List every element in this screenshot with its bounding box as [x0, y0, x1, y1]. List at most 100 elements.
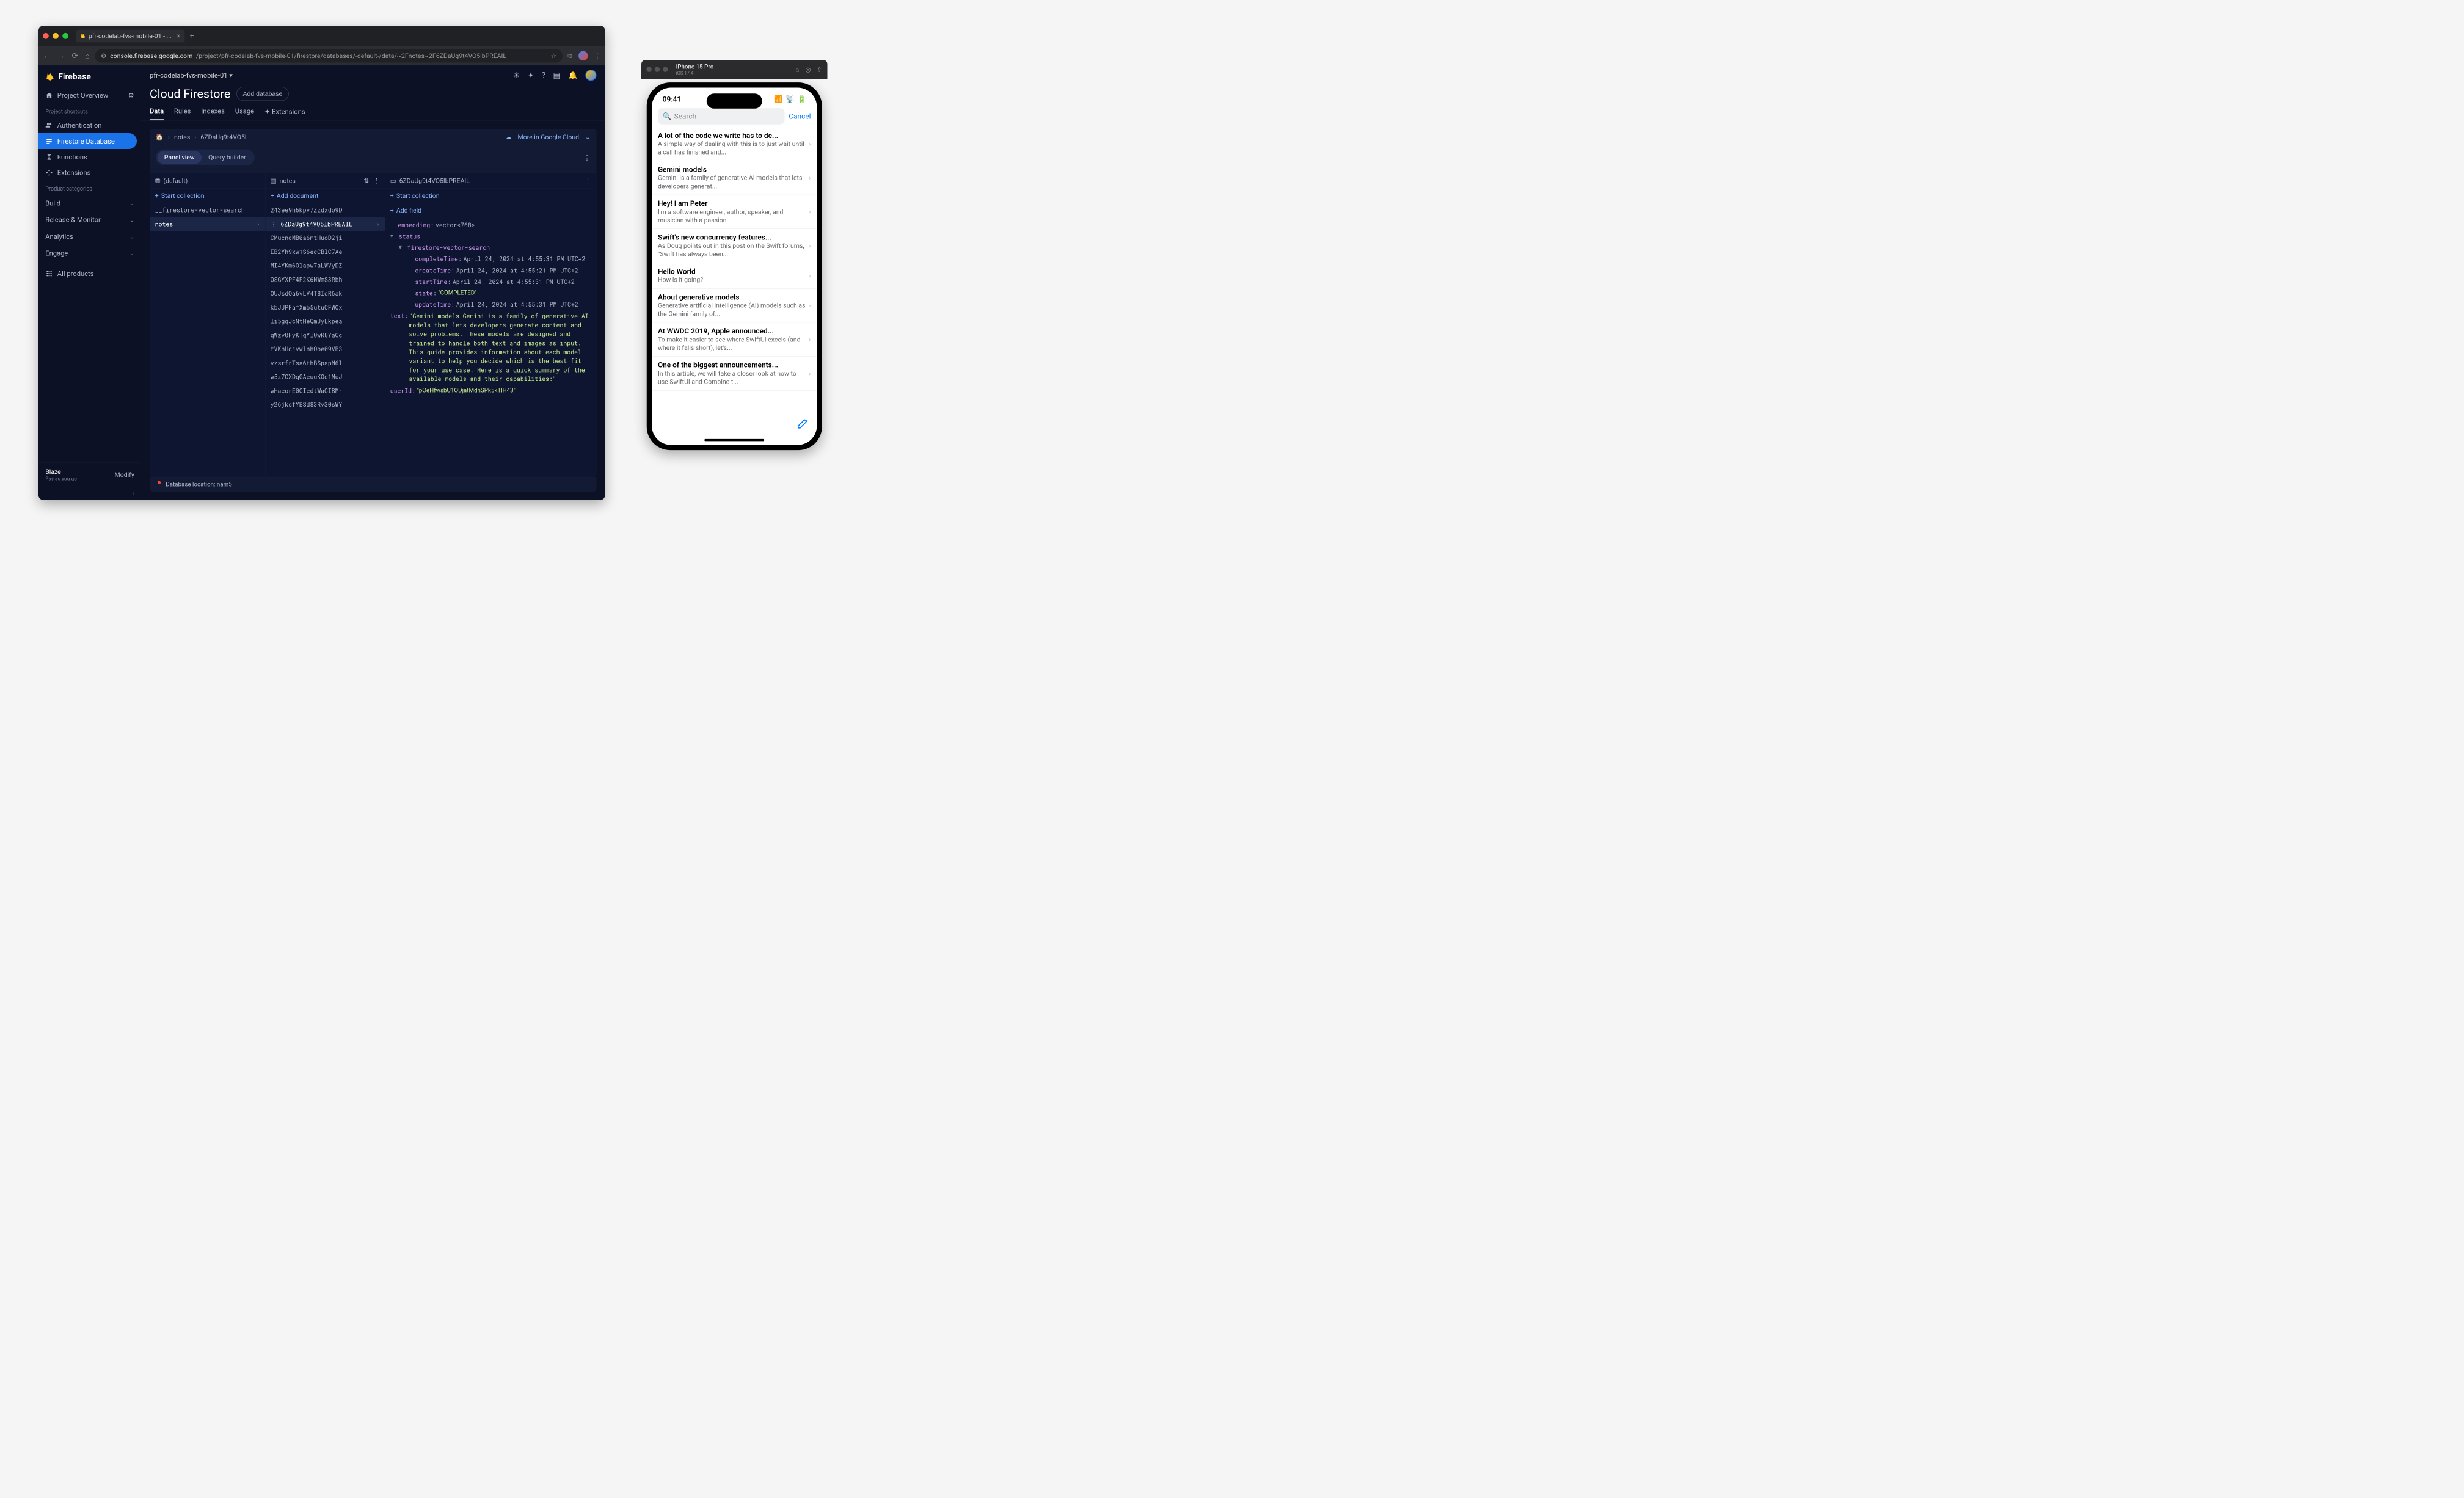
document-header: ▭ 6ZDaUg9t4VO5lbPREAIL ⋮	[385, 173, 596, 189]
document-item[interactable]: OSGYXPF4F2K6NWmS3Rbh	[265, 272, 385, 286]
cancel-button[interactable]: Cancel	[789, 112, 811, 120]
firebase-logo[interactable]: Firebase	[38, 65, 141, 87]
document-item[interactable]: ⋮6ZDaUg9t4VO5lbPREAIL›	[265, 217, 385, 231]
document-item[interactable]: OUJsdQa6vLV4T8IqR6ak	[265, 286, 385, 300]
project-selector[interactable]: pfr-codelab-fvs-mobile-01 ▾	[150, 71, 233, 79]
collection-item[interactable]: __firestore-vector-search	[150, 203, 265, 217]
more-options-icon[interactable]: ⋮	[584, 153, 591, 161]
collapse-sidebar-button[interactable]: ‹	[38, 487, 141, 500]
note-item[interactable]: Swift's new concurrency features...As Do…	[652, 229, 817, 263]
sim-screenshot-icon[interactable]: ◎	[805, 66, 811, 73]
site-settings-icon[interactable]: ⚙	[101, 52, 106, 59]
document-item[interactable]: wHaeorE0CIedtWaCIBMr	[265, 384, 385, 398]
panel-view-button[interactable]: Panel view	[158, 151, 202, 164]
minimize-window-button[interactable]	[53, 33, 59, 39]
firestore-tabs: Data Rules Indexes Usage ✦Extensions	[141, 101, 605, 120]
sim-minimize-button[interactable]	[655, 67, 660, 72]
sidebar-item-firestore[interactable]: Firestore Database	[38, 133, 137, 149]
close-tab-icon[interactable]: ✕	[176, 32, 181, 40]
add-field-button[interactable]: +Add field	[385, 203, 596, 217]
sim-maximize-button[interactable]	[663, 67, 668, 72]
sim-home-icon[interactable]: ⌂	[795, 66, 799, 73]
grid-icon	[45, 270, 53, 278]
home-button[interactable]: ⌂	[85, 51, 90, 60]
more-icon[interactable]: ⋮	[585, 177, 591, 184]
browser-tab[interactable]: pfr-codelab-fvs-mobile-01 - ... ✕	[76, 29, 185, 42]
compose-button[interactable]	[796, 418, 808, 432]
tab-usage[interactable]: Usage	[235, 107, 254, 120]
tab-extensions[interactable]: ✦Extensions	[264, 107, 305, 120]
sim-share-icon[interactable]: ⇪	[817, 66, 822, 73]
document-item[interactable]: EB2Yh9xw1S6ecCBlC7Ae	[265, 245, 385, 259]
sidebar-item-functions[interactable]: Functions	[38, 149, 141, 165]
sidebar-item-authentication[interactable]: Authentication	[38, 117, 141, 133]
project-overview-link[interactable]: Project Overview ⚙	[38, 87, 141, 103]
document-item[interactable]: qWzv0FyKTqYl0wR8YaCc	[265, 328, 385, 342]
notifications-icon[interactable]: 🔔	[568, 71, 578, 80]
document-item[interactable]: kbJJPFafXmb5utuCFWOx	[265, 300, 385, 315]
tab-data[interactable]: Data	[150, 107, 164, 120]
more-in-cloud-link[interactable]: More in Google Cloud	[518, 133, 580, 140]
simulator-titlebar: iPhone 15 Pro iOS 17.4 ⌂ ◎ ⇪	[641, 60, 828, 79]
add-document-button[interactable]: +Add document	[265, 189, 385, 203]
user-avatar[interactable]	[585, 70, 596, 81]
new-tab-button[interactable]: +	[190, 31, 194, 40]
tab-rules[interactable]: Rules	[174, 107, 191, 120]
modify-plan-button[interactable]: Modify	[115, 471, 134, 478]
bookmark-icon[interactable]: ☆	[551, 52, 556, 59]
settings-gear-icon[interactable]: ⚙	[128, 91, 134, 99]
note-item[interactable]: Hey! I am PeterI'm a software engineer, …	[652, 195, 817, 229]
query-builder-button[interactable]: Query builder	[202, 151, 253, 164]
more-icon[interactable]: ⋮	[373, 177, 380, 184]
sidebar-cat-release[interactable]: Release & Monitor⌄	[38, 211, 141, 228]
note-item[interactable]: Gemini modelsGemini is a family of gener…	[652, 161, 817, 195]
collapse-toggle-icon[interactable]: ▾	[390, 232, 395, 239]
close-window-button[interactable]	[43, 33, 49, 39]
document-item[interactable]: 243ee9h6kpv7Zzdxdo9D	[265, 203, 385, 217]
theme-toggle-icon[interactable]: ☀	[513, 71, 520, 80]
note-item[interactable]: Hello WorldHow is it going?›	[652, 263, 817, 289]
spark-icon[interactable]: ✦	[528, 71, 534, 80]
collection-item[interactable]: notes›	[150, 217, 265, 231]
forward-button[interactable]: →	[57, 51, 65, 60]
start-collection-button[interactable]: +Start collection	[385, 189, 596, 203]
sim-close-button[interactable]	[646, 67, 651, 72]
tab-indexes[interactable]: Indexes	[201, 107, 225, 120]
document-item[interactable]: w5z7CXDqGAeuuKOe1MuJ	[265, 370, 385, 384]
search-input[interactable]: 🔍 Search	[658, 108, 784, 125]
sidebar-item-extensions[interactable]: Extensions	[38, 165, 141, 181]
note-item[interactable]: About generative modelsGenerative artifi…	[652, 289, 817, 323]
document-item[interactable]: li5gqJcNtHeQmJyLkpea	[265, 315, 385, 329]
profile-avatar[interactable]	[578, 51, 588, 60]
document-fields: embedding: vector<768> ▾status ▾firestor…	[385, 217, 596, 476]
sidebar-cat-analytics[interactable]: Analytics⌄	[38, 228, 141, 244]
breadcrumb-collection[interactable]: notes	[174, 133, 190, 140]
sidebar-cat-build[interactable]: Build⌄	[38, 195, 141, 211]
feedback-icon[interactable]: ▤	[553, 71, 561, 80]
add-database-button[interactable]: Add database	[236, 87, 289, 101]
start-collection-button[interactable]: +Start collection	[150, 189, 265, 203]
maximize-window-button[interactable]	[62, 33, 68, 39]
url-input[interactable]: ⚙ console.firebase.google.com/project/pf…	[95, 49, 563, 62]
filter-icon[interactable]: ⇅	[363, 177, 369, 184]
chevron-down-icon: ▾	[229, 71, 233, 79]
back-button[interactable]: ←	[43, 51, 51, 60]
home-indicator[interactable]	[704, 439, 764, 442]
note-item[interactable]: A lot of the code we write has to de...A…	[652, 127, 817, 161]
document-item[interactable]: tVKnHcjvwlnhOoe09VB3	[265, 342, 385, 356]
sidebar-cat-engage[interactable]: Engage⌄	[38, 245, 141, 261]
document-item[interactable]: vzsrfrTsa6thBSpapN6l	[265, 356, 385, 370]
note-item[interactable]: One of the biggest announcements...In th…	[652, 357, 817, 391]
document-item[interactable]: MI4YKm6Olapw7aLWVyDZ	[265, 259, 385, 273]
breadcrumb-home-icon[interactable]: 🏠	[156, 133, 164, 140]
all-products-link[interactable]: All products	[38, 266, 141, 282]
document-item[interactable]: CMucncMB0a6mtHuoD2ji	[265, 231, 385, 245]
collapse-toggle-icon[interactable]: ▾	[399, 244, 403, 251]
browser-menu-icon[interactable]: ⋮	[594, 52, 600, 60]
note-item[interactable]: At WWDC 2019, Apple announced...To make …	[652, 322, 817, 357]
extensions-icon[interactable]: ⧉	[567, 52, 572, 60]
help-icon[interactable]: ?	[542, 71, 545, 80]
breadcrumb-document[interactable]: 6ZDaUg9t4VO5l...	[200, 133, 251, 140]
reload-button[interactable]: ⟳	[72, 51, 79, 60]
document-item[interactable]: y26jksfYBSd83Rv30sWY	[265, 398, 385, 412]
